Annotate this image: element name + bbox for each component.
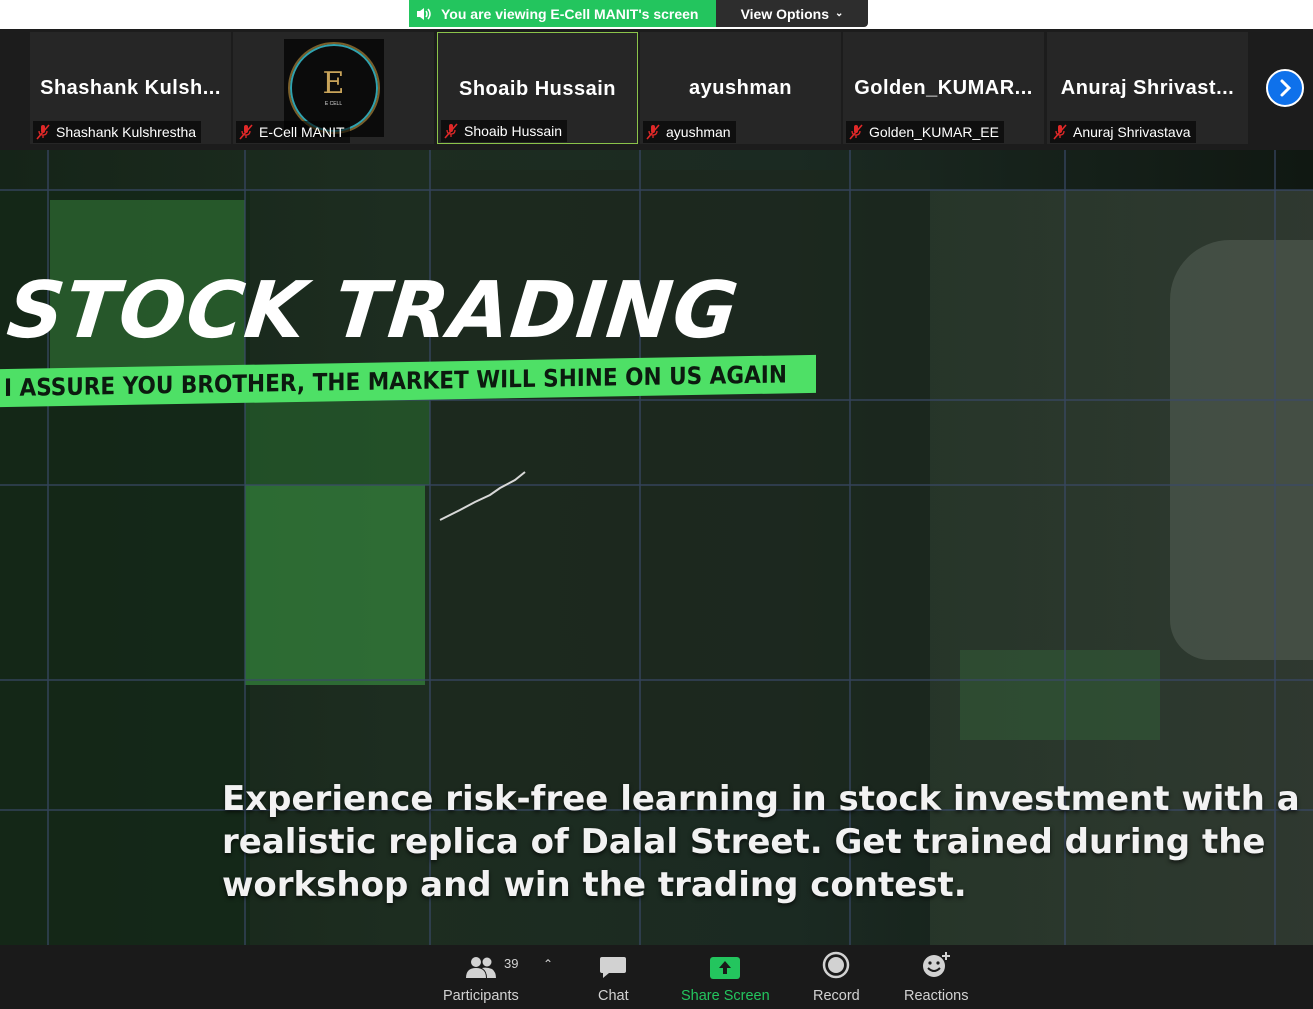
participant-label: Shashank Kulshrestha [33,121,202,143]
participant-tile[interactable]: E E CELL E-Cell MANIT [233,32,434,144]
participant-label-text: E-Cell MANIT [259,124,345,140]
shared-screen: STOCK TRADING I ASSURE YOU BROTHER, THE … [0,150,1313,945]
participant-label: Golden_KUMAR_EE [846,121,1004,143]
share-screen-button[interactable]: Share Screen [681,953,770,1004]
participants-icon [465,957,496,978]
participant-name: Anuraj Shrivast... [1060,77,1235,99]
chat-button[interactable]: Chat [598,953,629,1004]
participant-label: Anuraj Shrivastava [1050,121,1196,143]
chat-icon [600,957,627,978]
participants-label: Participants [443,988,519,1004]
participant-name: Shashank Kulsh... [40,77,221,99]
slide-title: STOCK TRADING [3,266,743,356]
participant-tile[interactable]: Golden_KUMAR... Golden_KUMAR_EE [843,32,1044,144]
description-line: workshop and win the trading contest. [222,865,967,905]
muted-mic-icon [444,123,458,139]
participant-label: Shoaib Hussain [441,120,568,142]
description-line: Experience risk-free learning in stock i… [222,779,1300,819]
view-options-button[interactable]: View Options ⌄ [716,0,868,27]
logo-text: E CELL [324,101,343,107]
description-line: realistic replica of Dalal Street. Get t… [222,822,1266,862]
logo-letter: E [322,66,345,101]
slide-description: Experience risk-free learning in stock i… [222,778,1300,907]
participant-label-text: Shashank Kulshrestha [56,124,197,140]
participant-label-text: Anuraj Shrivastava [1073,124,1191,140]
chevron-down-icon: ⌄ [835,8,844,19]
participant-label-text: Golden_KUMAR_EE [869,124,999,140]
muted-mic-icon [239,124,253,140]
meeting-toolbar: Participants 39 ⌃ Chat Share Screen Reco… [0,945,1313,1009]
view-options-label: View Options [740,5,830,22]
chevron-right-icon [1280,79,1292,97]
muted-mic-icon [1053,124,1067,140]
record-icon [823,951,850,979]
muted-mic-icon [36,124,50,140]
participant-label-text: ayushman [666,124,731,140]
muted-mic-icon [849,124,863,140]
share-screen-label: Share Screen [681,988,770,1004]
participant-label-text: Shoaib Hussain [464,123,563,139]
record-label: Record [813,988,860,1004]
share-screen-icon [710,957,741,979]
participant-tile[interactable]: Anuraj Shrivast... Anuraj Shrivastava [1047,32,1248,144]
record-button[interactable]: Record [813,951,860,1004]
participants-options-caret[interactable]: ⌃ [543,957,553,971]
viewing-banner: You are viewing E-Cell MANIT's screen [409,0,716,27]
next-page-button[interactable] [1266,69,1304,107]
participant-gallery: Shashank Kulsh... Shashank Kulshrestha E… [0,29,1313,150]
participants-count: 39 [504,956,519,971]
reactions-button[interactable]: Reactions [904,952,969,1004]
participant-tile[interactable]: ayushman ayushman [640,32,841,144]
chat-label: Chat [598,988,629,1004]
price-line [439,471,526,521]
participant-tile[interactable]: Shashank Kulsh... Shashank Kulshrestha [30,32,231,144]
reactions-label: Reactions [904,988,969,1004]
reactions-icon [923,952,951,977]
participant-name: ayushman [689,77,792,99]
speaker-icon [417,7,431,20]
viewing-text: You are viewing E-Cell MANIT's screen [441,5,699,22]
participant-name: Shoaib Hussain [458,78,617,100]
participant-label: ayushman [643,121,736,143]
participant-label: E-Cell MANIT [236,121,350,143]
participant-name: Golden_KUMAR... [854,77,1033,99]
muted-mic-icon [646,124,660,140]
participant-tile-active[interactable]: Shoaib Hussain Shoaib Hussain [437,32,638,144]
